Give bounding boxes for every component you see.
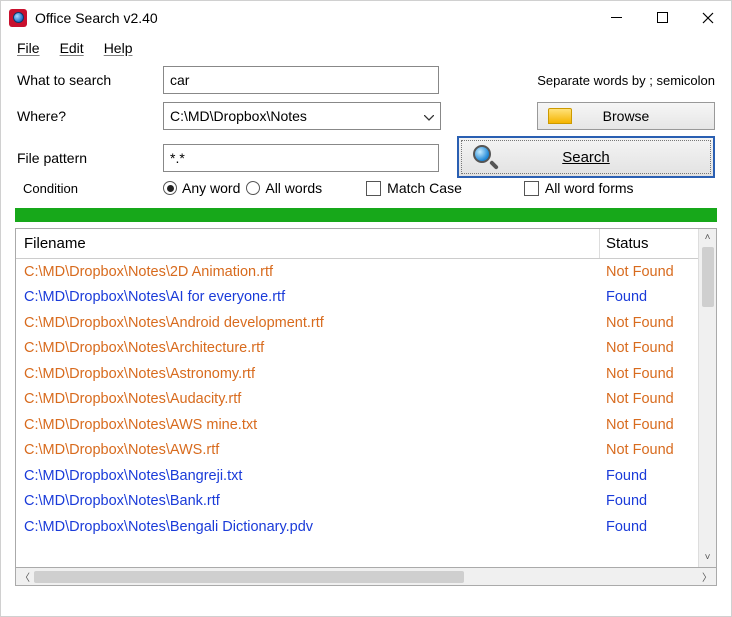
- titlebar: Office Search v2.40: [1, 1, 731, 34]
- results-list: Filename Status C:\MD\Dropbox\Notes\2D A…: [15, 228, 717, 568]
- result-row[interactable]: C:\MD\Dropbox\Notes\Android development.…: [16, 310, 698, 336]
- result-filename: C:\MD\Dropbox\Notes\Bengali Dictionary.p…: [16, 519, 600, 535]
- chevron-down-icon: [424, 108, 434, 124]
- result-row[interactable]: C:\MD\Dropbox\Notes\Bangreji.txtFound: [16, 463, 698, 489]
- folder-icon: [548, 108, 572, 124]
- result-filename: C:\MD\Dropbox\Notes\AI for everyone.rtf: [16, 289, 600, 305]
- result-filename: C:\MD\Dropbox\Notes\AWS mine.txt: [16, 417, 600, 433]
- allwords-radio[interactable]: All words: [246, 180, 322, 196]
- result-filename: C:\MD\Dropbox\Notes\Android development.…: [16, 315, 600, 331]
- what-label: What to search: [17, 72, 155, 88]
- result-row[interactable]: C:\MD\Dropbox\Notes\Bengali Dictionary.p…: [16, 514, 698, 540]
- condition-label: Condition: [17, 181, 155, 196]
- vertical-scrollbar[interactable]: ˄ ˅: [698, 229, 716, 567]
- result-row[interactable]: C:\MD\Dropbox\Notes\AI for everyone.rtfF…: [16, 285, 698, 311]
- result-filename: C:\MD\Dropbox\Notes\Astronomy.rtf: [16, 366, 600, 382]
- pattern-input[interactable]: [163, 144, 439, 172]
- checkbox-box: [366, 181, 381, 196]
- scroll-left-icon[interactable]: 〈: [18, 569, 32, 584]
- result-status: Found: [600, 519, 698, 535]
- col-filename-header[interactable]: Filename: [16, 229, 600, 258]
- menu-edit[interactable]: Edit: [60, 40, 84, 56]
- result-filename: C:\MD\Dropbox\Notes\AWS.rtf: [16, 442, 600, 458]
- results-body[interactable]: C:\MD\Dropbox\Notes\2D Animation.rtfNot …: [16, 259, 698, 567]
- col-status-header[interactable]: Status: [600, 229, 698, 258]
- matchcase-checkbox[interactable]: Match Case: [366, 180, 462, 196]
- result-status: Not Found: [600, 315, 698, 331]
- matchcase-label: Match Case: [387, 180, 462, 196]
- browse-button[interactable]: Browse: [537, 102, 715, 130]
- maximize-button[interactable]: [639, 1, 685, 34]
- horizontal-scrollbar[interactable]: 〈 〉: [15, 568, 717, 586]
- separator-hint: Separate words by ; semicolon: [537, 73, 715, 88]
- result-status: Not Found: [600, 391, 698, 407]
- result-filename: C:\MD\Dropbox\Notes\Architecture.rtf: [16, 340, 600, 356]
- scroll-up-icon[interactable]: ˄: [705, 231, 711, 245]
- radio-dot: [246, 181, 260, 195]
- result-status: Not Found: [600, 417, 698, 433]
- search-icon: [473, 145, 499, 171]
- minimize-button[interactable]: [593, 1, 639, 34]
- scroll-thumb[interactable]: [702, 247, 714, 307]
- result-status: Not Found: [600, 366, 698, 382]
- where-combobox[interactable]: C:\MD\Dropbox\Notes: [163, 102, 441, 130]
- progress-bar: [15, 208, 717, 222]
- result-status: Not Found: [600, 264, 698, 280]
- result-row[interactable]: C:\MD\Dropbox\Notes\Architecture.rtfNot …: [16, 336, 698, 362]
- result-row[interactable]: C:\MD\Dropbox\Notes\2D Animation.rtfNot …: [16, 259, 698, 285]
- result-row[interactable]: C:\MD\Dropbox\Notes\Astronomy.rtfNot Fou…: [16, 361, 698, 387]
- result-status: Found: [600, 289, 698, 305]
- scroll-thumb-h[interactable]: [34, 571, 464, 583]
- result-filename: C:\MD\Dropbox\Notes\2D Animation.rtf: [16, 264, 600, 280]
- where-label: Where?: [17, 108, 155, 124]
- result-filename: C:\MD\Dropbox\Notes\Bank.rtf: [16, 493, 600, 509]
- result-status: Not Found: [600, 340, 698, 356]
- anyword-label: Any word: [182, 180, 240, 196]
- menubar: File Edit Help: [1, 34, 731, 62]
- checkbox-box: [524, 181, 539, 196]
- menu-file[interactable]: File: [17, 40, 40, 56]
- scroll-right-icon[interactable]: 〉: [700, 569, 714, 584]
- where-value: C:\MD\Dropbox\Notes: [170, 108, 307, 124]
- scroll-down-icon[interactable]: ˅: [705, 551, 711, 565]
- result-status: Found: [600, 468, 698, 484]
- result-status: Found: [600, 493, 698, 509]
- results-header: Filename Status: [16, 229, 698, 259]
- search-button[interactable]: Search: [457, 136, 715, 178]
- result-row[interactable]: C:\MD\Dropbox\Notes\Audacity.rtfNot Foun…: [16, 387, 698, 413]
- radio-dot-on: [163, 181, 177, 195]
- result-status: Not Found: [600, 442, 698, 458]
- search-label: Search: [562, 149, 610, 166]
- anyword-radio[interactable]: Any word: [163, 180, 240, 196]
- search-form: What to search Separate words by ; semic…: [1, 62, 731, 200]
- wordforms-checkbox[interactable]: All word forms: [524, 180, 634, 196]
- menu-help[interactable]: Help: [104, 40, 133, 56]
- result-filename: C:\MD\Dropbox\Notes\Bangreji.txt: [16, 468, 600, 484]
- close-button[interactable]: [685, 1, 731, 34]
- app-icon: [9, 9, 27, 27]
- result-row[interactable]: C:\MD\Dropbox\Notes\AWS.rtfNot Found: [16, 438, 698, 464]
- result-row[interactable]: C:\MD\Dropbox\Notes\AWS mine.txtNot Foun…: [16, 412, 698, 438]
- what-input[interactable]: [163, 66, 439, 94]
- window-title: Office Search v2.40: [35, 10, 158, 26]
- result-filename: C:\MD\Dropbox\Notes\Audacity.rtf: [16, 391, 600, 407]
- wordforms-label: All word forms: [545, 180, 634, 196]
- browse-label: Browse: [603, 108, 650, 124]
- result-row[interactable]: C:\MD\Dropbox\Notes\Bank.rtfFound: [16, 489, 698, 515]
- allwords-label: All words: [265, 180, 322, 196]
- pattern-label: File pattern: [17, 150, 155, 166]
